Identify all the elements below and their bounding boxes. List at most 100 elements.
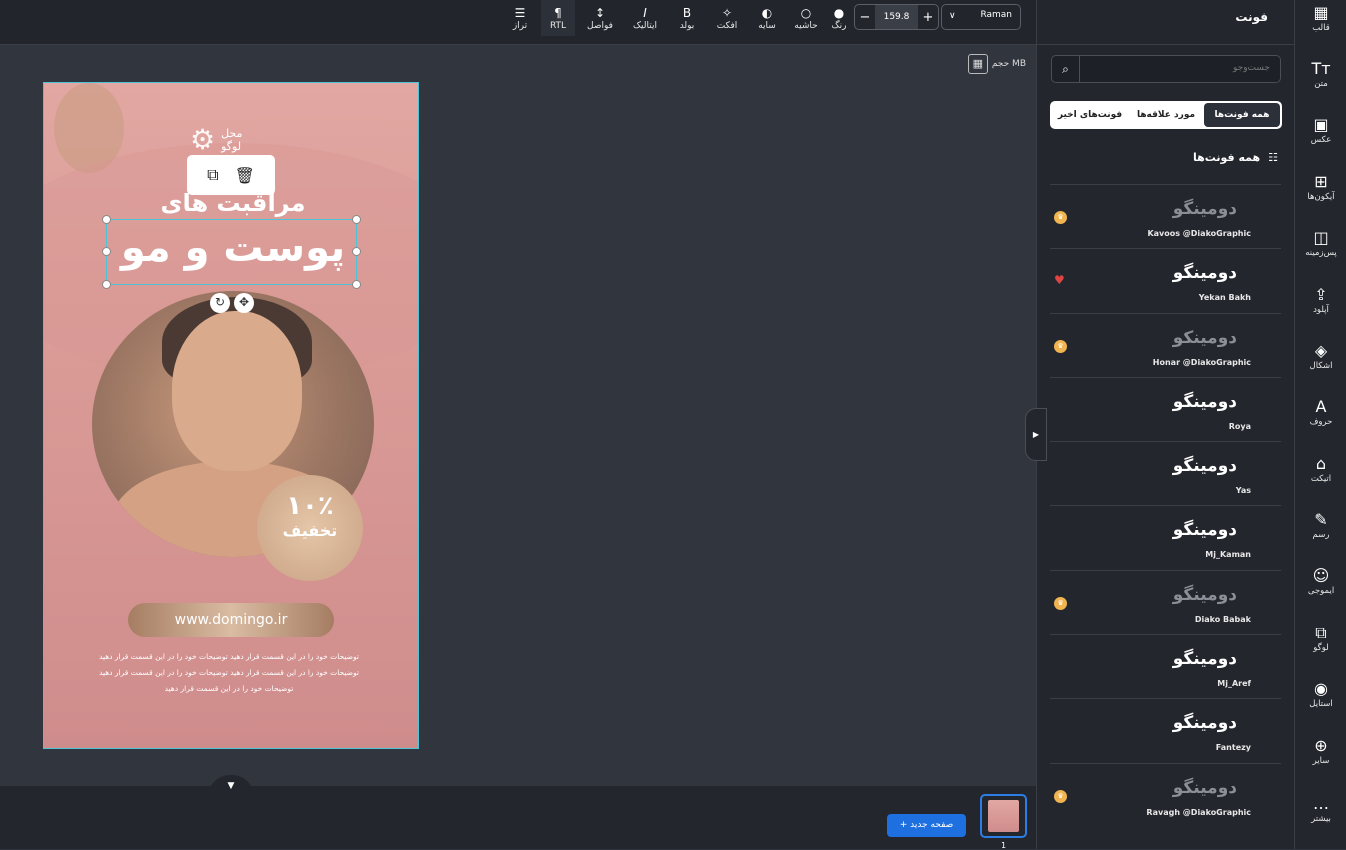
font-list-item[interactable]: دومینگو Mj_Kaman: [1050, 505, 1281, 569]
font-list-item[interactable]: ♛ دومینکو Honar @DiakoGraphic: [1050, 312, 1281, 377]
tool-sidebar: ▦ قالب Tт متن ▣ عکس ⊞ آیکون‌ها ◫ پس‌زمینه ⇪ آپلود ◈ ا…: [1294, 0, 1346, 849]
sidebar-item-11[interactable]: ⧉ لوگو: [1295, 623, 1346, 653]
sidebar-label: عکس: [1310, 135, 1332, 145]
sidebar-item-7[interactable]: A حروف: [1295, 397, 1346, 427]
font-panel: فونت ⌕ جست‌وجو همه فونت‌ها مورد علاقه‌ها…: [1036, 0, 1295, 849]
tab-all-fonts[interactable]: همه فونت‌ها: [1204, 103, 1280, 127]
sidebar-label: اتیکت: [1310, 474, 1332, 484]
increase-size-button[interactable]: +: [918, 10, 938, 25]
search-input[interactable]: جست‌وجو: [1233, 63, 1270, 73]
workspace: ▦ حجم MB ⚙ محل لوگو مراقبت های پوست و مو …: [0, 46, 1036, 786]
sidebar-item-0[interactable]: ▦ قالب: [1295, 3, 1346, 33]
sidebar-item-3[interactable]: ⊞ آیکون‌ها: [1295, 172, 1346, 202]
font-list-item[interactable]: ♛ دومینگو Diako Babak: [1050, 569, 1281, 634]
font-list-item[interactable]: دومینگو Yas: [1050, 441, 1281, 505]
font-list-item[interactable]: ♥ دومینگو Yekan Bakh: [1050, 248, 1281, 312]
sidebar-item-5[interactable]: ⇪ آپلود: [1295, 285, 1346, 315]
resize-handle[interactable]: [352, 280, 361, 289]
sidebar-icon: …: [1313, 794, 1329, 813]
logo-placeholder[interactable]: ⚙ محل لوگو: [190, 123, 242, 156]
shadow-button[interactable]: ◐ سایه: [752, 0, 782, 36]
tab-favorites[interactable]: مورد علاقه‌ها: [1128, 103, 1204, 127]
color-button[interactable]: ● رنگ: [826, 0, 852, 36]
sidebar-label: سایر: [1312, 756, 1330, 766]
sidebar-icon: ◫: [1313, 228, 1329, 247]
file-size-label: حجم MB: [991, 59, 1026, 69]
design-canvas[interactable]: ⚙ محل لوگو مراقبت های پوست و مو ⧉ 🗑 ↻ ✥ ۱…: [43, 82, 419, 749]
sidebar-item-8[interactable]: ⌂ اتیکت: [1295, 454, 1346, 484]
font-tabs: همه فونت‌ها مورد علاقه‌ها فونت‌های اخیر: [1050, 101, 1282, 129]
sidebar-icon: ◈: [1314, 341, 1328, 360]
font-list-item[interactable]: ♛ دومینگو Ravagh @DiakoGraphic: [1050, 762, 1281, 827]
font-list-item[interactable]: دومینگو Roya: [1050, 376, 1281, 441]
sidebar-label: حروف: [1309, 417, 1333, 427]
effect-button[interactable]: ✧ افکت: [712, 0, 742, 36]
chevron-down-icon: ∨: [949, 11, 956, 21]
decrease-size-button[interactable]: −: [855, 10, 875, 25]
pages-bar: ▼ + صفحه جدید 1: [0, 775, 1036, 850]
font-preview: دومینگو: [1172, 391, 1237, 412]
sidebar-icon: ⇪: [1314, 285, 1328, 304]
new-page-button[interactable]: + صفحه جدید: [887, 814, 966, 837]
spacing-button[interactable]: ↕ فواصل: [583, 0, 617, 36]
font-preview: دومینگو: [1172, 649, 1237, 670]
spacing-icon: ↕: [594, 5, 606, 20]
sidebar-item-6[interactable]: ◈ اشکال: [1295, 341, 1346, 371]
font-name: Mj_Aref: [1217, 679, 1251, 689]
font-preview: دومینگو: [1172, 584, 1237, 605]
color-swatch-icon: ●: [833, 5, 845, 20]
sidebar-item-14[interactable]: … بیشتر: [1295, 794, 1346, 824]
font-list-item[interactable]: دومینگو Fantezy: [1050, 698, 1281, 762]
sidebar-item-12[interactable]: ◉ استایل: [1295, 679, 1346, 709]
file-size-indicator: ▦ حجم MB: [967, 54, 1026, 74]
search-icon[interactable]: ⌕: [1052, 56, 1080, 82]
font-list-item[interactable]: دومینگو Mj_Aref: [1050, 634, 1281, 698]
rotate-icon[interactable]: ↻: [210, 293, 230, 313]
sidebar-icon: ▦: [1313, 3, 1329, 22]
stroke-button[interactable]: ○ حاشیه: [791, 0, 821, 36]
font-search[interactable]: ⌕ جست‌وجو: [1051, 55, 1281, 83]
resize-handle[interactable]: [352, 215, 361, 224]
move-icon[interactable]: ✥: [234, 293, 254, 313]
bold-button[interactable]: B بولد: [673, 0, 701, 36]
section-header: همه فونت‌ها ☷: [1192, 151, 1278, 164]
selection-box[interactable]: [102, 215, 361, 289]
sidebar-item-1[interactable]: Tт متن: [1295, 59, 1346, 89]
sidebar-item-2[interactable]: ▣ عکس: [1295, 115, 1346, 145]
resize-handle[interactable]: [102, 215, 111, 224]
trash-icon[interactable]: 🗑: [235, 166, 255, 185]
sidebar-item-13[interactable]: ⊕ سایر: [1295, 736, 1346, 766]
sidebar-label: استایل: [1309, 699, 1333, 709]
resize-handle[interactable]: [352, 247, 361, 256]
heart-icon[interactable]: ♥: [1054, 273, 1065, 287]
rtl-button[interactable]: ¶ RTL: [541, 0, 575, 36]
calculator-icon[interactable]: ▦: [967, 54, 988, 74]
font-size-value[interactable]: 159.8: [875, 5, 918, 29]
duplicate-icon[interactable]: ⧉: [207, 165, 218, 185]
collapse-panel-button[interactable]: ▶: [1025, 408, 1047, 461]
discount-badge[interactable]: ۱۰٪ تخفیف: [257, 475, 363, 581]
sidebar-item-4[interactable]: ◫ پس‌زمینه: [1295, 228, 1346, 258]
rtl-icon: ¶: [554, 5, 562, 20]
sidebar-item-9[interactable]: ✎ رسم: [1295, 510, 1346, 540]
font-list-item[interactable]: ♛ دومینگو Kavoos @DiakoGraphic: [1050, 184, 1281, 248]
sidebar-label: لوگو: [1313, 643, 1329, 653]
website-url[interactable]: www.domingo.ir: [128, 603, 334, 637]
magic-wand-icon: ✧: [721, 5, 733, 20]
italic-icon: I: [643, 5, 647, 20]
font-size-stepper[interactable]: − 159.8 +: [854, 4, 939, 30]
description-text[interactable]: توضیحات خود را در این قسمت قرار دهید توض…: [84, 649, 374, 697]
sidebar-label: پس‌زمینه: [1305, 248, 1337, 258]
sidebar-label: آپلود: [1313, 305, 1329, 315]
italic-button[interactable]: I ایتالیک: [627, 0, 663, 36]
sidebar-icon: ✎: [1314, 510, 1328, 529]
align-button[interactable]: ☰ تراز: [503, 0, 537, 36]
resize-handle[interactable]: [102, 247, 111, 256]
list-icon: ☷: [1268, 151, 1278, 164]
tab-recent[interactable]: فونت‌های اخیر: [1052, 103, 1128, 127]
page-thumbnail[interactable]: [980, 794, 1027, 838]
font-family-select[interactable]: ∨ Raman: [941, 4, 1021, 30]
sidebar-item-10[interactable]: ☺ ایموجی: [1295, 566, 1346, 596]
resize-handle[interactable]: [102, 280, 111, 289]
font-name: Honar @DiakoGraphic: [1152, 357, 1251, 367]
